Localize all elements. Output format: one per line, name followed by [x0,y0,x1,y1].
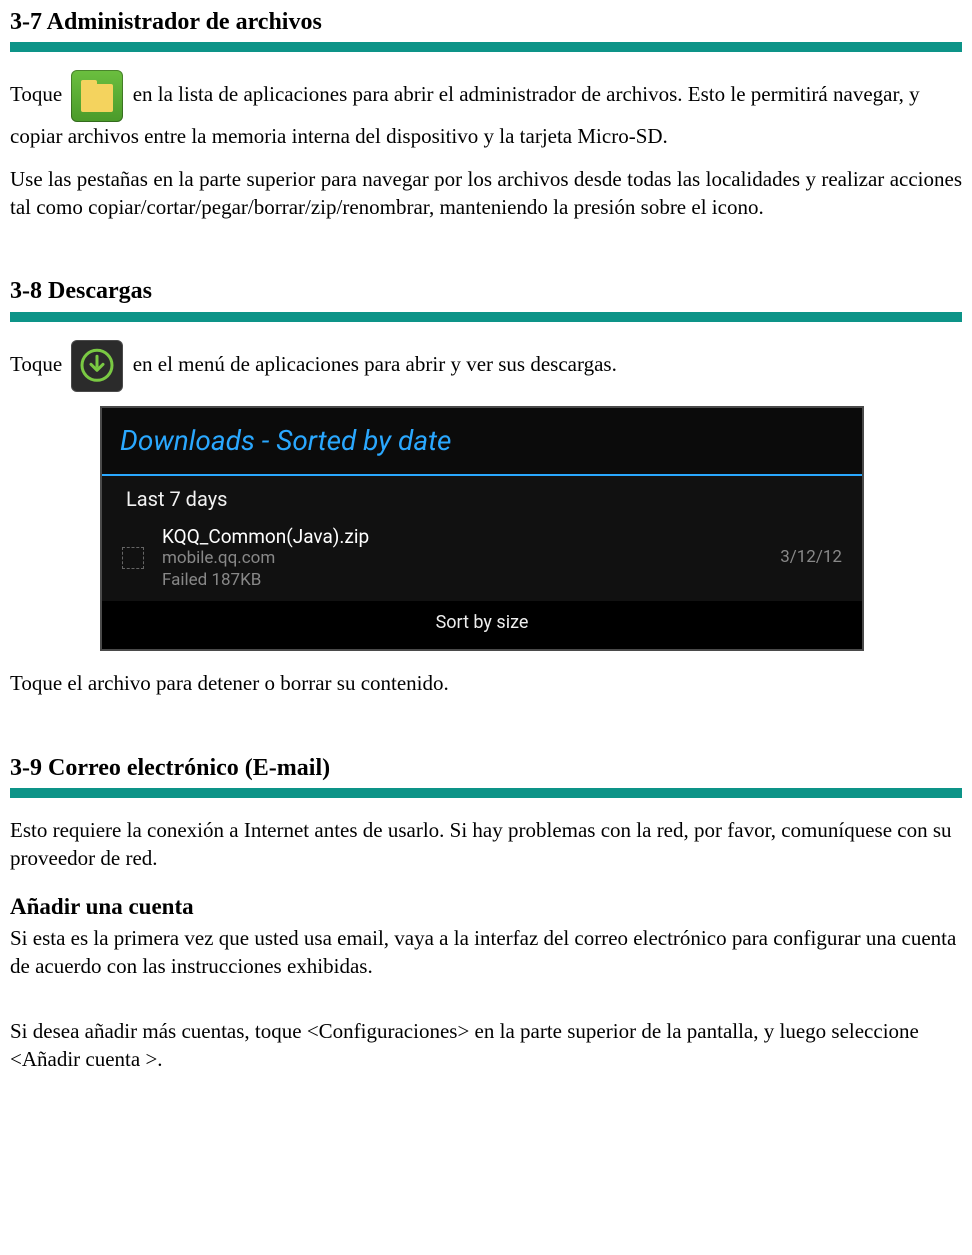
subsection-title-add-account: Añadir una cuenta [10,891,962,922]
paragraph: Si esta es la primera vez que usted usa … [10,924,962,981]
paragraph: Si desea añadir más cuentas, toque <Conf… [10,1017,962,1074]
text: en la lista de aplicaciones para abrir e… [10,82,920,148]
section-title-3-9: 3-9 Correo electrónico (E-mail) [10,752,962,784]
text: en el menú de aplicaciones para abrir y … [133,352,617,376]
downloads-icon [71,340,123,392]
section-divider [10,312,962,322]
downloads-group-label: Last 7 days [102,476,862,519]
download-item-status: Failed 187KB [162,570,752,591]
text: Toque [10,352,67,376]
section-title-3-8: 3-8 Descargas [10,275,962,307]
download-item-date: 3/12/12 [770,546,842,569]
download-item-host: mobile.qq.com [162,548,752,569]
paragraph: Use las pestañas en la parte superior pa… [10,165,962,222]
section-divider [10,788,962,798]
download-item-title: KQQ_Common(Java).zip [162,525,752,549]
downloads-screenshot: Downloads - Sorted by date Last 7 days K… [100,406,962,651]
paragraph: Toque el archivo para detener o borrar s… [10,669,962,697]
sort-by-size-button[interactable]: Sort by size [102,601,862,649]
paragraph: Toque en el menú de aplicaciones para ab… [10,340,962,392]
download-checkbox[interactable] [122,547,144,569]
text: Toque [10,82,67,106]
section-divider [10,42,962,52]
file-manager-icon [71,70,123,122]
section-title-3-7: 3-7 Administrador de archivos [10,6,962,38]
paragraph: Esto requiere la conexión a Internet ant… [10,816,962,873]
paragraph: Toque en la lista de aplicaciones para a… [10,70,962,150]
downloads-header: Downloads - Sorted by date [102,408,862,476]
download-item[interactable]: KQQ_Common(Java).zip mobile.qq.com Faile… [102,519,862,601]
